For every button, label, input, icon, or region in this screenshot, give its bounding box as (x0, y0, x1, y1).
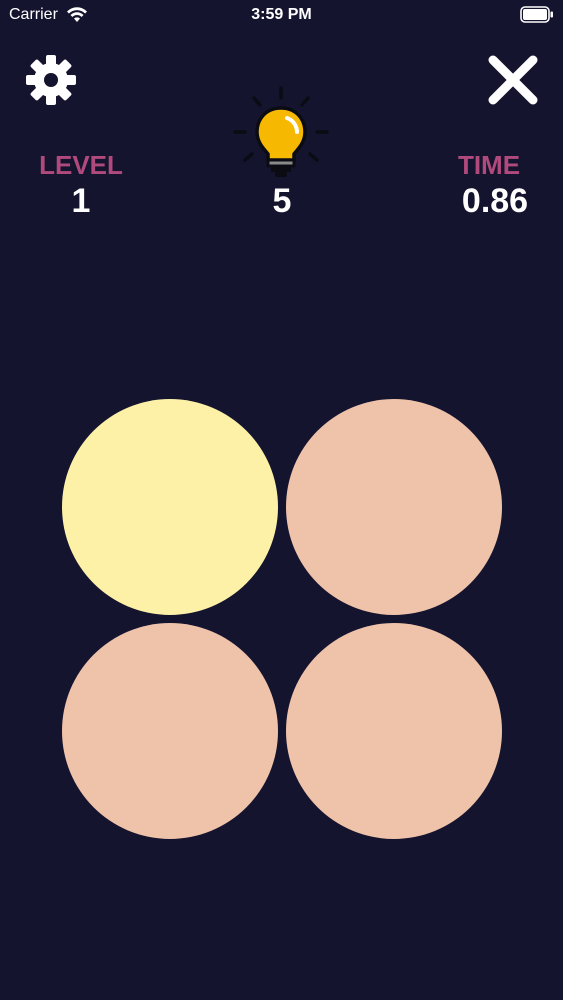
level-label: LEVEL (39, 150, 123, 180)
level-value: 1 (71, 182, 91, 220)
color-tile[interactable] (286, 399, 502, 615)
color-tile[interactable] (62, 399, 278, 615)
color-tile[interactable] (286, 623, 502, 839)
battery-icon (520, 6, 553, 23)
status-bar: Carrier 3:59 PM (0, 0, 563, 30)
time-value: 0.86 (461, 182, 529, 220)
color-tile[interactable] (62, 623, 278, 839)
close-icon[interactable] (485, 52, 541, 108)
time-label: TIME (457, 150, 521, 180)
hints-count: 5 (272, 182, 292, 220)
status-time: 3:59 PM (251, 6, 312, 23)
lightbulb-icon[interactable] (231, 86, 331, 186)
gear-icon[interactable] (24, 53, 78, 107)
